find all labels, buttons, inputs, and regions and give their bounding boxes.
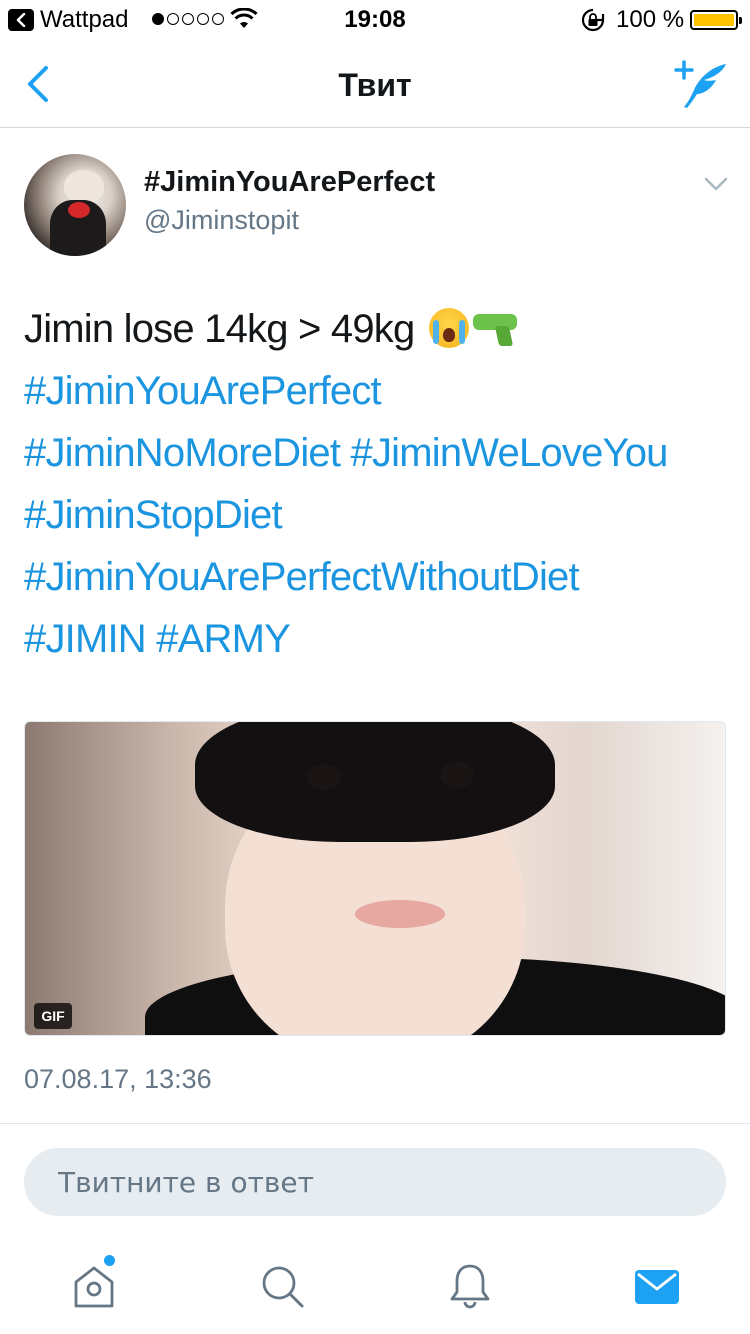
crying-face-icon	[428, 308, 469, 348]
navigation-bar: Твит	[0, 40, 750, 128]
tweet-text: Jimin lose 14kg > 49kg #JiminYouArePerfe…	[24, 298, 734, 670]
home-icon[interactable]	[70, 1262, 118, 1310]
battery-icon	[690, 10, 742, 30]
divider	[0, 1123, 750, 1124]
hashtag-link[interactable]: #JiminYouArePerfectWithoutDiet	[24, 555, 580, 599]
reply-input[interactable]	[24, 1148, 726, 1216]
page-title: Твит	[338, 67, 412, 103]
orientation-lock-icon	[581, 8, 605, 32]
display-name[interactable]: #JiminYouArePerfect	[144, 166, 435, 199]
hashtag-link[interactable]: #JiminNoMoreDiet	[24, 431, 341, 475]
water-pistol-icon	[471, 308, 519, 348]
search-icon[interactable]	[258, 1262, 306, 1310]
bell-icon[interactable]	[446, 1262, 494, 1310]
hashtag-link[interactable]: #JiminStopDiet	[24, 493, 283, 537]
tweet-media-gif[interactable]: GIF	[24, 721, 726, 1036]
status-bar: Wattpad 19:08 100 %	[0, 0, 750, 40]
chevron-down-icon[interactable]	[704, 176, 728, 192]
tweet-text-plain: Jimin lose 14kg > 49kg	[24, 307, 425, 351]
reply-box[interactable]	[24, 1148, 726, 1216]
home-notification-dot	[104, 1255, 115, 1266]
battery-fill	[694, 14, 734, 26]
avatar[interactable]	[24, 154, 126, 256]
hashtag-link[interactable]: #ARMY	[156, 617, 291, 661]
tab-bar	[0, 1238, 750, 1334]
tweet-timestamp: 07.08.17, 13:36	[24, 1064, 212, 1094]
user-handle[interactable]: @Jiminstopit	[144, 205, 299, 236]
compose-tweet-icon[interactable]	[674, 60, 730, 110]
gif-badge: GIF	[34, 1003, 72, 1029]
hashtag-link[interactable]: #JiminWeLoveYou	[351, 431, 669, 475]
hashtag-link[interactable]: #JIMIN	[24, 617, 147, 661]
envelope-icon[interactable]	[633, 1262, 681, 1310]
hashtag-link[interactable]: #JiminYouArePerfect	[24, 369, 382, 413]
battery-percentage: 100 %	[616, 6, 685, 33]
